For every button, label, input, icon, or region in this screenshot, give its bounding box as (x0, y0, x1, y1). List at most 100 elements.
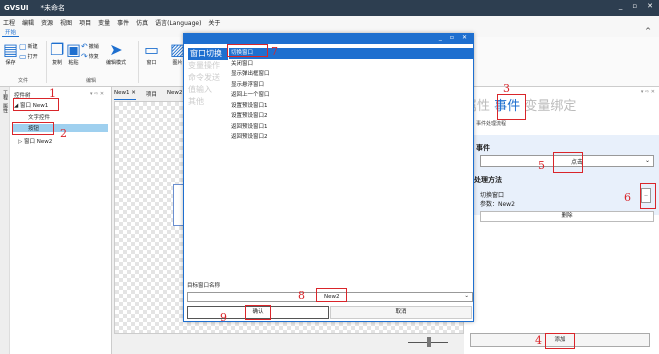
annotation-number-9: 9 (220, 311, 227, 324)
handler-parameter[interactable]: 参数：New2 (480, 199, 515, 208)
event-type-value: 点击 (571, 159, 584, 166)
menu-view[interactable]: 视图 (60, 18, 72, 27)
menu-bar: 工程 编辑 资源 视图 项目 变量 事件 仿真 语言(Language) 关于 (0, 16, 659, 28)
chevron-down-icon: ⌄ (464, 293, 469, 299)
side-tab-project[interactable]: 工程 (2, 90, 9, 100)
paste-button[interactable]: ▣ 粘贴 (66, 41, 81, 67)
menu-event[interactable]: 事件 (117, 18, 129, 27)
annotation-number-8: 8 (298, 289, 305, 302)
handler-label: 处理方法 (474, 176, 502, 184)
document-tabs: New1 ✕ 项目 New2 (114, 90, 182, 100)
annotation-number-6: 6 (624, 191, 631, 204)
action-item-return-preset-1[interactable]: 返回预设窗口1 (229, 122, 473, 133)
event-label: 事件 (476, 144, 490, 152)
tree-node-window-new2[interactable]: ▷ 窗口 New2 (18, 137, 52, 145)
title-bar: GVSUI *未命名 _ ▫ ✕ (0, 0, 659, 16)
action-item-show-popup[interactable]: 显示弹出框窗口 (229, 69, 473, 80)
panel-pin-controls[interactable]: ▾ ⇨ ✕ (90, 91, 104, 97)
action-item-close-window[interactable]: 关闭窗口 (229, 59, 473, 70)
tab-events[interactable]: 事件 (494, 99, 520, 114)
open-button[interactable]: ▭ 打开 (19, 52, 38, 61)
menu-project[interactable]: 工程 (3, 18, 15, 27)
action-item-show-floating[interactable]: 显示悬浮窗口 (229, 80, 473, 91)
menu-resource[interactable]: 资源 (41, 18, 53, 27)
edit-mode-button[interactable]: ➤ 编辑模式 (106, 40, 126, 67)
annotation-number-3: 3 (503, 82, 510, 95)
category-command-send[interactable]: 命令发送 (188, 72, 228, 84)
action-item-switch-window[interactable]: 切换窗口 (229, 48, 473, 59)
property-tabs: 属性 事件 变量绑定 (464, 95, 576, 114)
maximize-button[interactable]: ▫ (632, 2, 637, 10)
tab-new2[interactable]: New2 (167, 90, 183, 100)
ribbon-tab-start[interactable]: 开始 (2, 28, 20, 37)
group-label-file: 文件 (18, 78, 29, 84)
menu-edit[interactable]: 编辑 (22, 18, 34, 27)
side-strip: 工程 属性 (0, 87, 10, 354)
confirm-button[interactable]: 确认 (187, 306, 329, 319)
handler-action[interactable]: 切换窗口 (480, 190, 504, 199)
control-tree-title: 控件树 (14, 93, 31, 99)
add-button[interactable]: 添加 (470, 333, 650, 347)
menu-item[interactable]: 项目 (79, 18, 91, 27)
menu-variable[interactable]: 变量 (98, 18, 110, 27)
property-panel: ▾ ⇨ ✕ 属性 事件 变量绑定 事件处理流程 事件 点击 ⌄ 处理方法 切换窗… (464, 87, 659, 354)
dialog-minimize-button[interactable]: _ (439, 34, 442, 41)
action-item-return-preset-2[interactable]: 返回预设窗口2 (229, 132, 473, 143)
action-item-set-preset-1[interactable]: 设置预设窗口1 (229, 101, 473, 112)
annotation-number-7: 7 (271, 45, 278, 58)
menu-language[interactable]: 语言(Language) (155, 18, 201, 27)
dialog-window-controls: _ ▫ ✕ (439, 34, 467, 41)
undo-button[interactable]: ↶ 撤销 (81, 42, 99, 51)
event-flow-subtitle: 事件处理流程 (476, 121, 507, 127)
zoom-slider-thumb[interactable] (427, 337, 431, 347)
tab-project[interactable]: 项目 (146, 90, 157, 100)
tree-node-window-new1[interactable]: ◢ 窗口 New1 (14, 101, 48, 109)
group-label-edit: 编辑 (86, 78, 97, 84)
category-value-input[interactable]: 值输入 (188, 84, 228, 96)
window-icon: ▭ (144, 40, 160, 59)
save-icon: ▤ (3, 40, 19, 59)
target-window-label: 目标窗口名称 (187, 283, 221, 289)
event-type-select[interactable]: 点击 ⌄ (480, 155, 654, 167)
window-controls: _ ▫ ✕ (619, 2, 653, 10)
annotation-number-4: 4 (535, 334, 542, 347)
annotation-number-2: 2 (60, 127, 67, 140)
target-window-select[interactable]: New2 ⌄ (187, 292, 473, 302)
tab-variable-binding[interactable]: 变量绑定 (524, 99, 576, 114)
category-other[interactable]: 其他 (188, 96, 228, 108)
tree-node-text-control[interactable]: 文字控件 (28, 113, 50, 121)
delete-button[interactable]: 删除 (480, 211, 654, 222)
window-button[interactable]: ▭ 窗口 (144, 40, 160, 67)
menu-about[interactable]: 关于 (208, 18, 220, 27)
dialog-maximize-button[interactable]: ▫ (450, 34, 454, 41)
undo-icon: ↶ (81, 42, 88, 51)
action-list: 切换窗口 关闭窗口 显示弹出框窗口 显示悬浮窗口 返回上一个窗口 设置预设窗口1… (229, 48, 473, 143)
action-item-go-back[interactable]: 返回上一个窗口 (229, 90, 473, 101)
annotation-number-5: 5 (538, 159, 545, 172)
copy-button[interactable]: ❐ 复制 (50, 41, 64, 67)
minimize-button[interactable]: _ (619, 2, 623, 10)
cursor-icon: ➤ (109, 40, 123, 59)
ribbon-divider (138, 41, 139, 83)
save-button[interactable]: ▤ 保存 (3, 40, 19, 67)
close-button[interactable]: ✕ (647, 2, 653, 10)
ribbon-collapse-button[interactable]: ^ (645, 27, 651, 35)
handler-more-button[interactable]: .. (641, 188, 651, 203)
chevron-down-icon: ⌄ (644, 157, 650, 164)
panel-pin-controls[interactable]: ▾ ⇨ ✕ (641, 89, 655, 95)
cancel-button[interactable]: 取消 (330, 306, 472, 319)
side-tab-property[interactable]: 属性 (2, 103, 9, 113)
event-action-dialog: _ ▫ ✕ 窗口切换 变量操作 命令发送 值输入 其他 切换窗口 关闭窗口 显示… (183, 33, 474, 322)
menu-simulation[interactable]: 仿真 (136, 18, 148, 27)
category-window-switch[interactable]: 窗口切换 (188, 48, 228, 60)
action-item-set-preset-2[interactable]: 设置预设窗口2 (229, 111, 473, 122)
category-variable-op[interactable]: 变量操作 (188, 60, 228, 72)
dialog-close-button[interactable]: ✕ (462, 34, 467, 41)
app-name: GVSUI (4, 4, 29, 12)
redo-button[interactable]: ↷ 恢复 (81, 52, 99, 61)
annotation-number-1: 1 (49, 87, 56, 100)
new-button[interactable]: ▢ 新建 (19, 42, 38, 51)
tab-new1[interactable]: New1 ✕ (114, 90, 136, 100)
new-file-icon: ▢ (19, 42, 27, 51)
ribbon-divider (46, 41, 47, 83)
